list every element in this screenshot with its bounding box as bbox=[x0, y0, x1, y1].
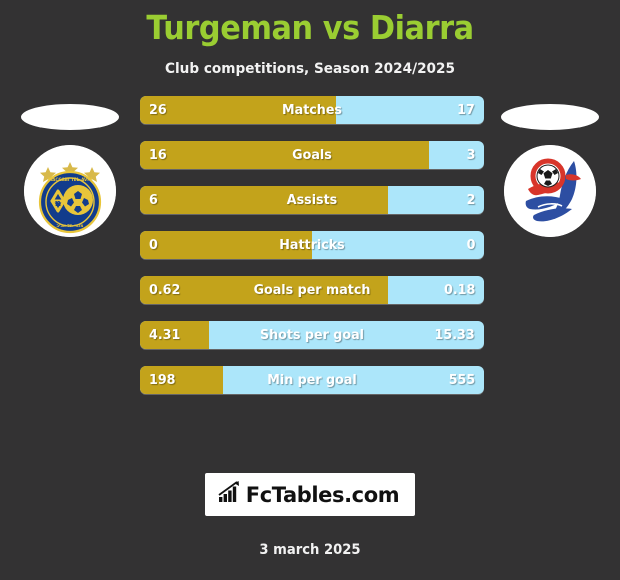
page-subtitle: Club competitions, Season 2024/2025 bbox=[164, 61, 456, 77]
snapshot-date: 3 march 2025 bbox=[259, 542, 361, 558]
maccabi-tel-aviv-badge: מ MACCABI TEL-AVIV מכבי תל אביב bbox=[24, 145, 116, 237]
page-title: Turgeman vs Diarra bbox=[146, 8, 474, 47]
stat-bars-list: 26 Matches 17 16 Goals 3 6 Assists 2 0 H… bbox=[140, 96, 484, 411]
stat-away-value: 0 bbox=[466, 237, 475, 253]
svg-text:מכבי תל אביב: מכבי תל אביב bbox=[57, 223, 84, 228]
stat-label: Shots per goal bbox=[259, 327, 365, 343]
stat-row: 0.62 Goals per match 0.18 bbox=[140, 276, 484, 304]
stat-label: Matches bbox=[282, 102, 342, 118]
home-club-column: מ MACCABI TEL-AVIV מכבי תל אביב bbox=[0, 96, 140, 396]
page-header: Turgeman vs Diarra Club competitions, Se… bbox=[0, 0, 620, 79]
fctables-logo[interactable]: FcTables.com bbox=[204, 473, 416, 516]
stat-row: 6 Assists 2 bbox=[140, 186, 484, 214]
stat-away-value: 3 bbox=[466, 147, 475, 163]
stat-away-value: 17 bbox=[457, 102, 475, 118]
home-club-ellipse bbox=[21, 104, 119, 130]
fctables-logo-text: FcTables.com bbox=[245, 482, 400, 507]
stat-label: Goals bbox=[292, 147, 332, 163]
stat-row: 198 Min per goal 555 bbox=[140, 366, 484, 394]
comparison-area: מ MACCABI TEL-AVIV מכבי תל אביב 26 Match… bbox=[0, 96, 620, 416]
bar-chart-arrow-icon bbox=[217, 480, 241, 509]
stat-away-value: 15.33 bbox=[434, 327, 475, 343]
stat-label: Min per goal bbox=[267, 372, 357, 388]
svg-text:מ: מ bbox=[55, 199, 62, 209]
stat-away-value: 555 bbox=[448, 372, 475, 388]
al-shabab-badge bbox=[504, 145, 596, 237]
stat-row: 26 Matches 17 bbox=[140, 96, 484, 124]
page-footer: FcTables.com 3 march 2025 bbox=[0, 473, 620, 580]
stat-label: Hattricks bbox=[279, 237, 345, 253]
stat-away-value: 2 bbox=[466, 192, 475, 208]
stat-label: Goals per match bbox=[253, 282, 371, 298]
stat-label: Assists bbox=[286, 192, 338, 208]
stat-away-value: 0.18 bbox=[443, 282, 475, 298]
stat-row: 4.31 Shots per goal 15.33 bbox=[140, 321, 484, 349]
away-club-ellipse bbox=[501, 104, 599, 130]
svg-text:MACCABI TEL-AVIV: MACCABI TEL-AVIV bbox=[48, 177, 93, 182]
stat-row: 0 Hattricks 0 bbox=[140, 231, 484, 259]
away-club-column bbox=[480, 96, 620, 396]
stat-row: 16 Goals 3 bbox=[140, 141, 484, 169]
